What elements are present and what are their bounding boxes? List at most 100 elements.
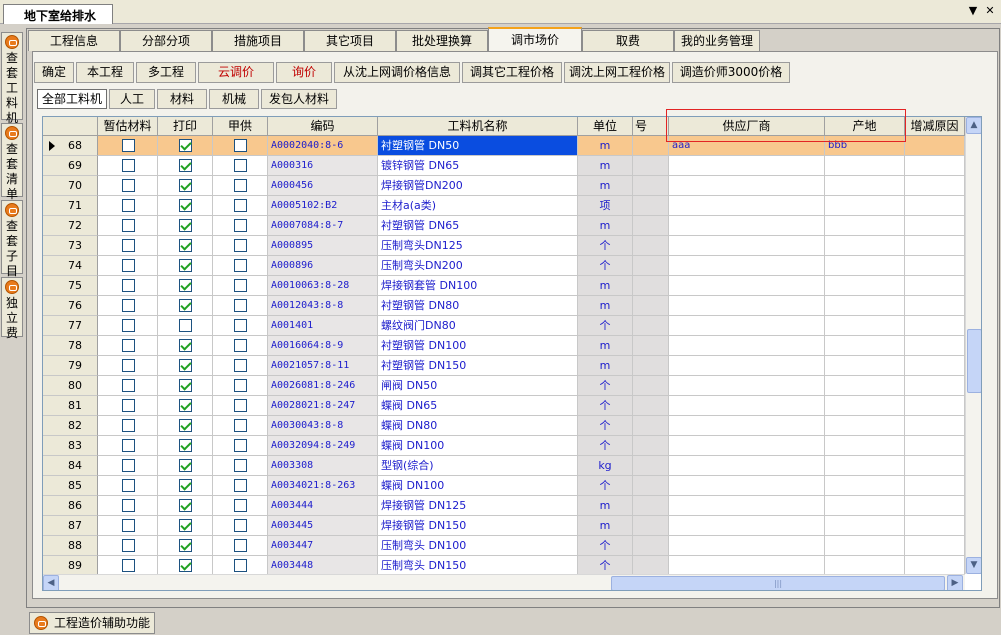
cell-origin[interactable]: [825, 356, 905, 376]
cell-name[interactable]: 焊接钢套管 DN100: [378, 276, 578, 296]
cell-name[interactable]: 衬塑钢管 DN65: [378, 216, 578, 236]
cell-reason[interactable]: [905, 396, 965, 416]
cell-num[interactable]: 76: [43, 296, 98, 316]
checkbox-est[interactable]: [122, 459, 135, 472]
cell-code[interactable]: A0002040:8-6: [268, 136, 378, 156]
cell-unit[interactable]: 个: [578, 376, 633, 396]
cell-hao[interactable]: [633, 196, 669, 216]
table-row[interactable]: 77 A001401 螺纹阀门DN80 个: [43, 316, 965, 336]
cell-unit[interactable]: 个: [578, 396, 633, 416]
checkbox-est[interactable]: [122, 239, 135, 252]
cell-name[interactable]: 主材a(a类): [378, 196, 578, 216]
cell-unit[interactable]: m: [578, 296, 633, 316]
header-unit[interactable]: 单位: [578, 117, 633, 135]
cell-hao[interactable]: [633, 436, 669, 456]
cell-reason[interactable]: [905, 356, 965, 376]
cell-unit[interactable]: m: [578, 176, 633, 196]
cell-code[interactable]: A000895: [268, 236, 378, 256]
checkbox-print[interactable]: [179, 139, 192, 152]
cell-name[interactable]: 闸阀 DN50: [378, 376, 578, 396]
checkbox-print[interactable]: [179, 439, 192, 452]
cell-supplier[interactable]: [669, 516, 825, 536]
cell-supplier[interactable]: [669, 196, 825, 216]
tab-other-items[interactable]: 其它项目: [304, 30, 396, 51]
checkbox-est[interactable]: [122, 179, 135, 192]
checkbox-est[interactable]: [122, 479, 135, 492]
cell-num[interactable]: 82: [43, 416, 98, 436]
cell-name[interactable]: 压制弯头 DN150: [378, 556, 578, 574]
cell-code[interactable]: A0032094:8-249: [268, 436, 378, 456]
cell-supplier[interactable]: [669, 336, 825, 356]
cell-hao[interactable]: [633, 336, 669, 356]
cell-origin[interactable]: [825, 316, 905, 336]
cell-supplier[interactable]: [669, 156, 825, 176]
cell-reason[interactable]: [905, 456, 965, 476]
cost-engineer-price-button[interactable]: 调造价师3000价格: [672, 62, 790, 83]
cell-unit[interactable]: 个: [578, 536, 633, 556]
cell-supplier[interactable]: [669, 176, 825, 196]
checkbox-est[interactable]: [122, 419, 135, 432]
table-row[interactable]: 78 A0016064:8-9 衬塑钢管 DN100 m: [43, 336, 965, 356]
table-row[interactable]: 73 A000895 压制弯头DN125 个: [43, 236, 965, 256]
checkbox-est[interactable]: [122, 499, 135, 512]
cell-name[interactable]: 焊接钢管DN200: [378, 176, 578, 196]
tab-sections[interactable]: 分部分项: [120, 30, 212, 51]
cell-origin[interactable]: [825, 476, 905, 496]
cloud-price-button[interactable]: 云调价: [198, 62, 274, 83]
cell-hao[interactable]: [633, 156, 669, 176]
cell-origin[interactable]: [825, 496, 905, 516]
cell-code[interactable]: A0007084:8-7: [268, 216, 378, 236]
subtab-owner-material[interactable]: 发包人材料: [261, 89, 337, 109]
cell-name[interactable]: 蝶阀 DN100: [378, 436, 578, 456]
cell-hao[interactable]: [633, 236, 669, 256]
checkbox-print[interactable]: [179, 339, 192, 352]
checkbox-print[interactable]: [179, 239, 192, 252]
cell-supplier[interactable]: [669, 396, 825, 416]
cell-hao[interactable]: [633, 476, 669, 496]
inquiry-button[interactable]: 询价: [276, 62, 332, 83]
checkbox-est[interactable]: [122, 199, 135, 212]
cell-origin[interactable]: [825, 156, 905, 176]
cell-code[interactable]: A003447: [268, 536, 378, 556]
vertical-scroll-thumb[interactable]: [967, 329, 981, 393]
cell-supplier[interactable]: [669, 496, 825, 516]
table-row[interactable]: 88 A003447 压制弯头 DN100 个: [43, 536, 965, 556]
side-tab-items[interactable]: 查套子目: [1, 200, 23, 278]
cell-code[interactable]: A0028021:8-247: [268, 396, 378, 416]
cell-reason[interactable]: [905, 516, 965, 536]
cell-hao[interactable]: [633, 496, 669, 516]
cell-code[interactable]: A001401: [268, 316, 378, 336]
checkbox-est[interactable]: [122, 379, 135, 392]
table-row[interactable]: 82 A0030043:8-8 蝶阀 DN80 个: [43, 416, 965, 436]
cell-hao[interactable]: [633, 136, 669, 156]
checkbox-print[interactable]: [179, 359, 192, 372]
checkbox-print[interactable]: [179, 399, 192, 412]
checkbox-jia[interactable]: [234, 539, 247, 552]
cell-origin[interactable]: [825, 436, 905, 456]
checkbox-print[interactable]: [179, 519, 192, 532]
cell-supplier[interactable]: [669, 456, 825, 476]
table-row[interactable]: 70 A000456 焊接钢管DN200 m: [43, 176, 965, 196]
cell-hao[interactable]: [633, 376, 669, 396]
cell-name[interactable]: 衬塑钢管 DN150: [378, 356, 578, 376]
cell-origin[interactable]: [825, 336, 905, 356]
cell-name[interactable]: 蝶阀 DN65: [378, 396, 578, 416]
cell-origin[interactable]: [825, 536, 905, 556]
cell-code[interactable]: A0034021:8-263: [268, 476, 378, 496]
checkbox-jia[interactable]: [234, 499, 247, 512]
cell-supplier[interactable]: [669, 236, 825, 256]
cell-reason[interactable]: [905, 216, 965, 236]
checkbox-est[interactable]: [122, 539, 135, 552]
cell-origin[interactable]: [825, 236, 905, 256]
cell-unit[interactable]: 个: [578, 556, 633, 574]
cell-reason[interactable]: [905, 276, 965, 296]
cell-hao[interactable]: [633, 456, 669, 476]
table-row[interactable]: 86 A003444 焊接钢管 DN125 m: [43, 496, 965, 516]
checkbox-print[interactable]: [179, 499, 192, 512]
cell-unit[interactable]: m: [578, 496, 633, 516]
multi-project-button[interactable]: 多工程: [136, 62, 196, 83]
tab-market-price[interactable]: 调市场价: [488, 27, 582, 52]
tab-batch-convert[interactable]: 批处理换算: [396, 30, 488, 51]
cell-num[interactable]: 68: [43, 136, 98, 156]
cell-origin[interactable]: [825, 516, 905, 536]
